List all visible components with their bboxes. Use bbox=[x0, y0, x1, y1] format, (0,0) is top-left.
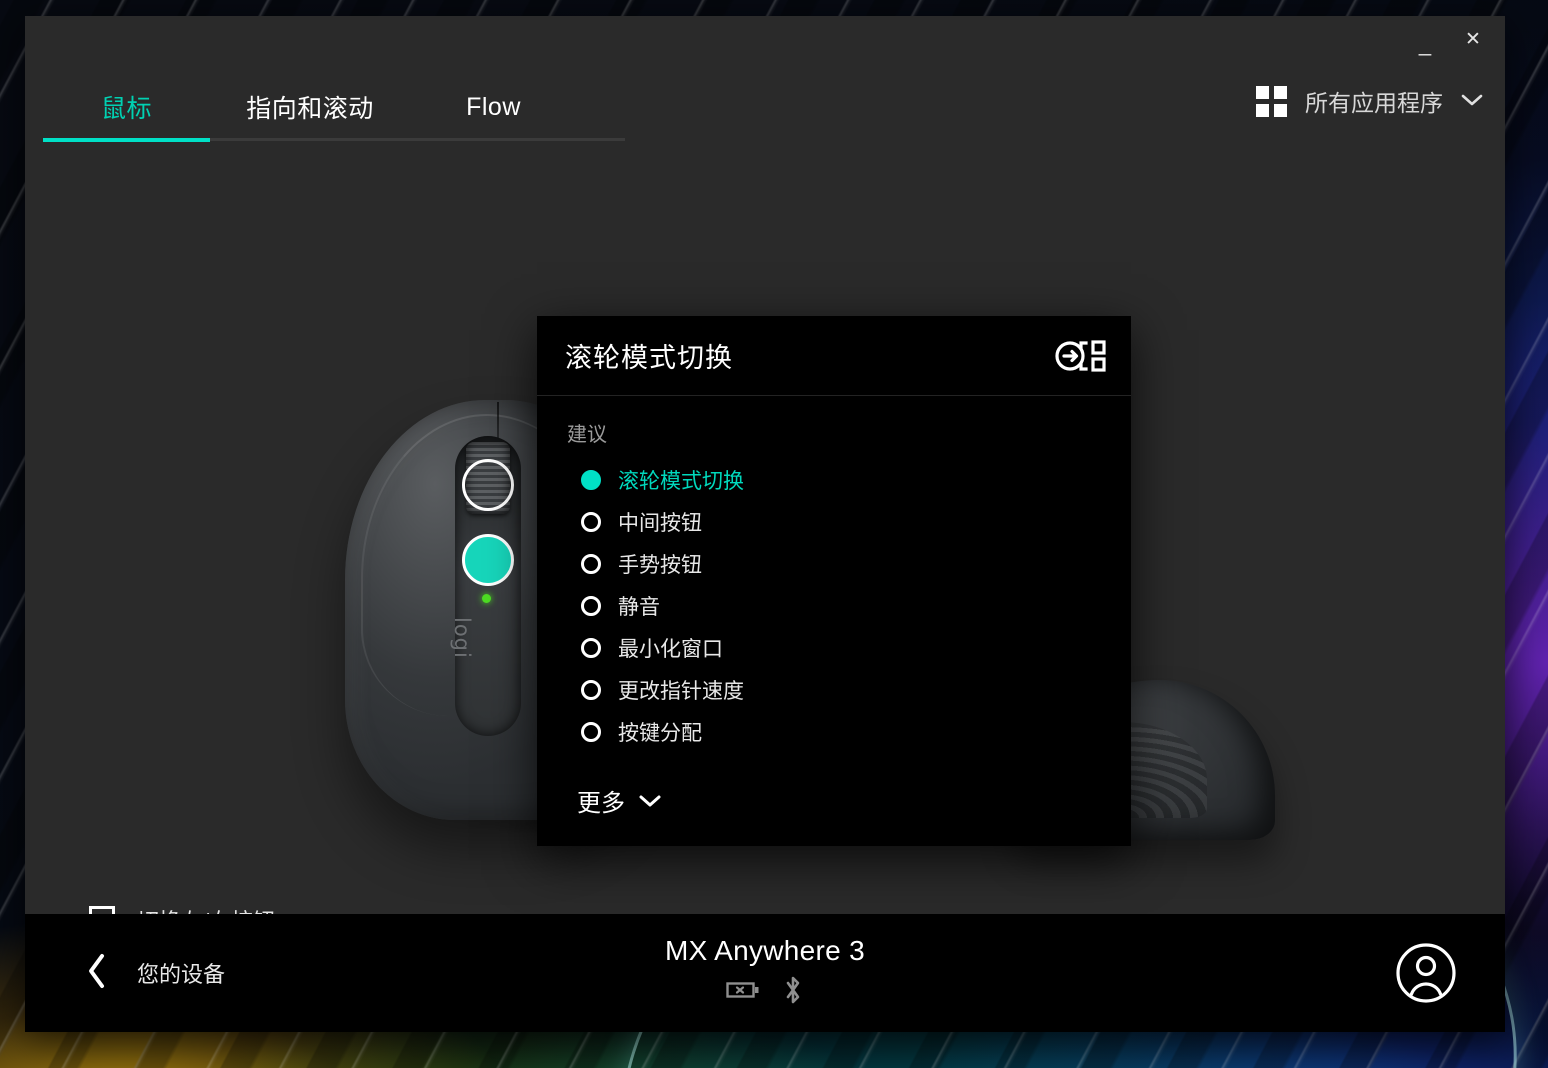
option-wheel-mode-shift[interactable]: 滚轮模式切换 bbox=[537, 459, 1131, 501]
action-assignment-panel: 滚轮模式切换 建议 滚轮模式切换 中间按钮 手势按钮 静音 最小化窗口 更改指针… bbox=[537, 316, 1131, 846]
tab-active-underline bbox=[43, 138, 210, 142]
radio-icon bbox=[581, 512, 601, 532]
option-change-pointer-speed[interactable]: 更改指针速度 bbox=[537, 669, 1131, 711]
tab-mouse[interactable]: 鼠标 bbox=[43, 74, 210, 140]
window-titlebar: _ ✕ bbox=[25, 16, 1505, 74]
battery-unknown-icon bbox=[726, 980, 760, 1005]
option-label: 更改指针速度 bbox=[618, 680, 744, 703]
grid-icon bbox=[1256, 85, 1287, 117]
panel-header: 滚轮模式切换 bbox=[537, 316, 1131, 396]
tab-underline-group bbox=[43, 138, 625, 142]
panel-more-toggle[interactable]: 更多 bbox=[537, 761, 1131, 846]
tab-flow[interactable]: Flow bbox=[410, 74, 577, 140]
suggestions-label: 建议 bbox=[567, 424, 607, 446]
swap-buttons-label: 切换左/右按钮 bbox=[137, 904, 275, 914]
chevron-down-icon bbox=[638, 787, 662, 815]
option-label: 滚轮模式切换 bbox=[618, 470, 744, 493]
close-button[interactable]: ✕ bbox=[1453, 20, 1493, 58]
scroll-wheel-highlight-ring[interactable] bbox=[462, 459, 514, 511]
chevron-down-icon bbox=[1461, 93, 1483, 110]
all-applications-label: 所有应用程序 bbox=[1305, 90, 1443, 116]
tab-list: 鼠标 指向和滚动 Flow bbox=[43, 74, 577, 140]
device-status-icons bbox=[726, 974, 804, 1011]
option-keystroke-assignment[interactable]: 按键分配 bbox=[537, 711, 1131, 753]
swap-buttons-checkbox[interactable] bbox=[89, 906, 115, 914]
panel-body: 建议 滚轮模式切换 中间按钮 手势按钮 静音 最小化窗口 更改指针速度 按键分配… bbox=[537, 396, 1131, 846]
window-footer: 您的设备 MX Anywhere 3 bbox=[25, 914, 1505, 1032]
radio-icon bbox=[581, 470, 601, 490]
mode-shift-button-indicator[interactable] bbox=[462, 534, 514, 586]
option-label: 手势按钮 bbox=[618, 554, 702, 577]
radio-icon bbox=[581, 554, 601, 574]
device-name: MX Anywhere 3 bbox=[665, 935, 865, 966]
logitech-options-window: _ ✕ 鼠标 指向和滚动 Flow 所有应用程序 logi 滚轮模式切换 建议 … bbox=[25, 16, 1505, 1032]
tab-bar: 鼠标 指向和滚动 Flow 所有应用程序 bbox=[25, 74, 1505, 152]
option-label: 静音 bbox=[618, 596, 660, 619]
option-gesture-button[interactable]: 手势按钮 bbox=[537, 543, 1131, 585]
panel-more-label: 更多 bbox=[577, 790, 625, 817]
option-label: 最小化窗口 bbox=[618, 638, 723, 661]
minimize-button[interactable]: _ bbox=[1405, 20, 1445, 58]
logi-brand-mark: logi bbox=[450, 617, 474, 659]
desktop-wallpaper: _ ✕ 鼠标 指向和滚动 Flow 所有应用程序 logi 滚轮模式切换 建议 … bbox=[0, 0, 1548, 1068]
tab-inactive-underline bbox=[210, 138, 625, 141]
radio-icon bbox=[581, 680, 601, 700]
all-applications-selector[interactable]: 所有应用程序 bbox=[1256, 84, 1483, 118]
option-middle-button[interactable]: 中间按钮 bbox=[537, 501, 1131, 543]
swap-buttons-row[interactable]: 切换左/右按钮 bbox=[89, 904, 275, 914]
user-account-icon[interactable] bbox=[1395, 942, 1457, 1004]
bluetooth-icon bbox=[782, 974, 804, 1011]
window-controls: _ ✕ bbox=[1405, 20, 1493, 58]
option-mute[interactable]: 静音 bbox=[537, 585, 1131, 627]
assign-to-app-icon[interactable] bbox=[1055, 339, 1107, 373]
option-label: 中间按钮 bbox=[618, 512, 702, 535]
status-led-icon bbox=[482, 594, 491, 603]
action-option-list: 滚轮模式切换 中间按钮 手势按钮 静音 最小化窗口 更改指针速度 按键分配 bbox=[537, 459, 1131, 761]
option-minimize-window[interactable]: 最小化窗口 bbox=[537, 627, 1131, 669]
tab-point-and-scroll[interactable]: 指向和滚动 bbox=[210, 74, 410, 140]
radio-icon bbox=[581, 722, 601, 742]
option-label: 按键分配 bbox=[618, 722, 702, 745]
radio-icon bbox=[581, 638, 601, 658]
device-status-block: MX Anywhere 3 bbox=[25, 935, 1505, 1011]
panel-title: 滚轮模式切换 bbox=[565, 343, 733, 373]
main-content-area: logi 滚轮模式切换 建议 滚轮模式切换 中间按钮 手势按钮 静音 最小化窗口… bbox=[25, 152, 1505, 914]
radio-icon bbox=[581, 596, 601, 616]
